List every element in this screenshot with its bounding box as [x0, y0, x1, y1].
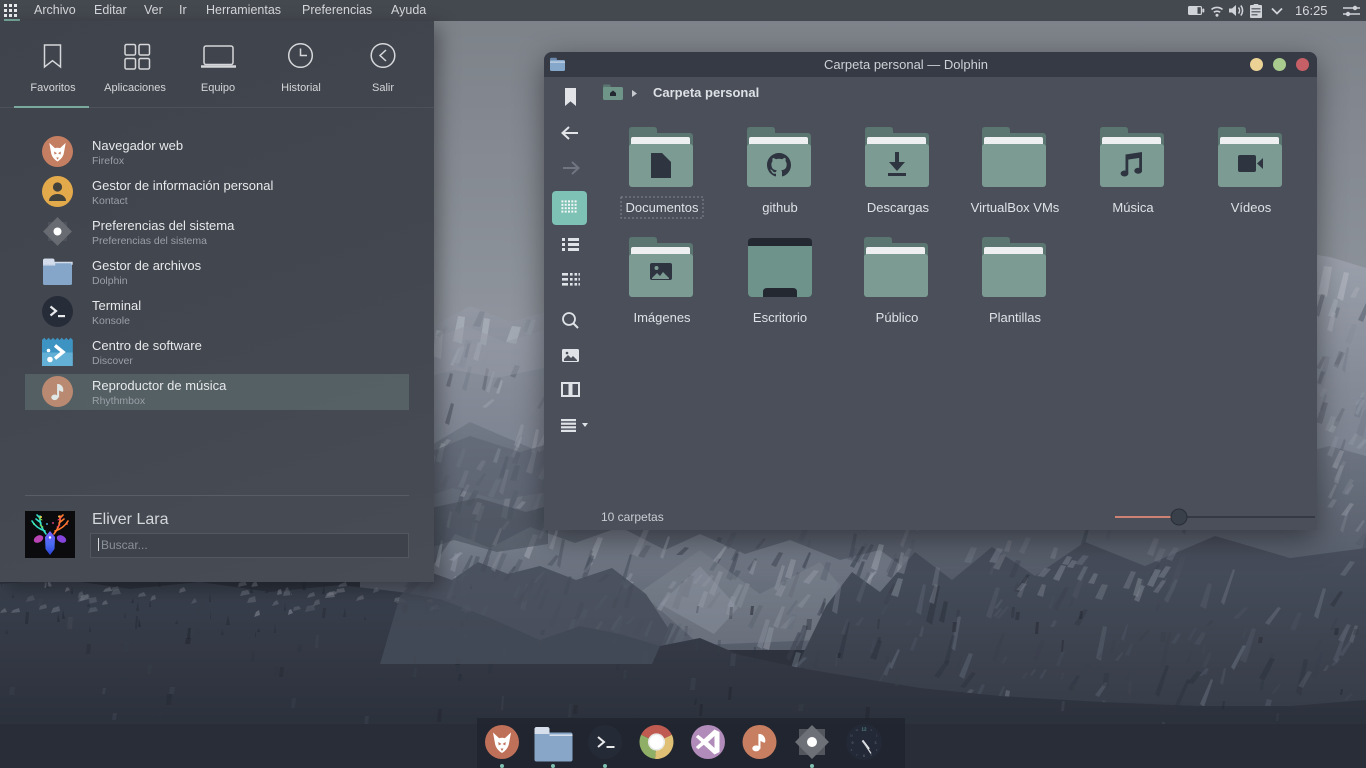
svg-text:11: 11 — [855, 728, 858, 732]
svg-text:6: 6 — [863, 754, 865, 758]
svg-text:9: 9 — [852, 741, 854, 745]
svg-text:10: 10 — [850, 733, 854, 737]
svg-text:3: 3 — [875, 741, 877, 745]
svg-text:12: 12 — [861, 727, 867, 732]
